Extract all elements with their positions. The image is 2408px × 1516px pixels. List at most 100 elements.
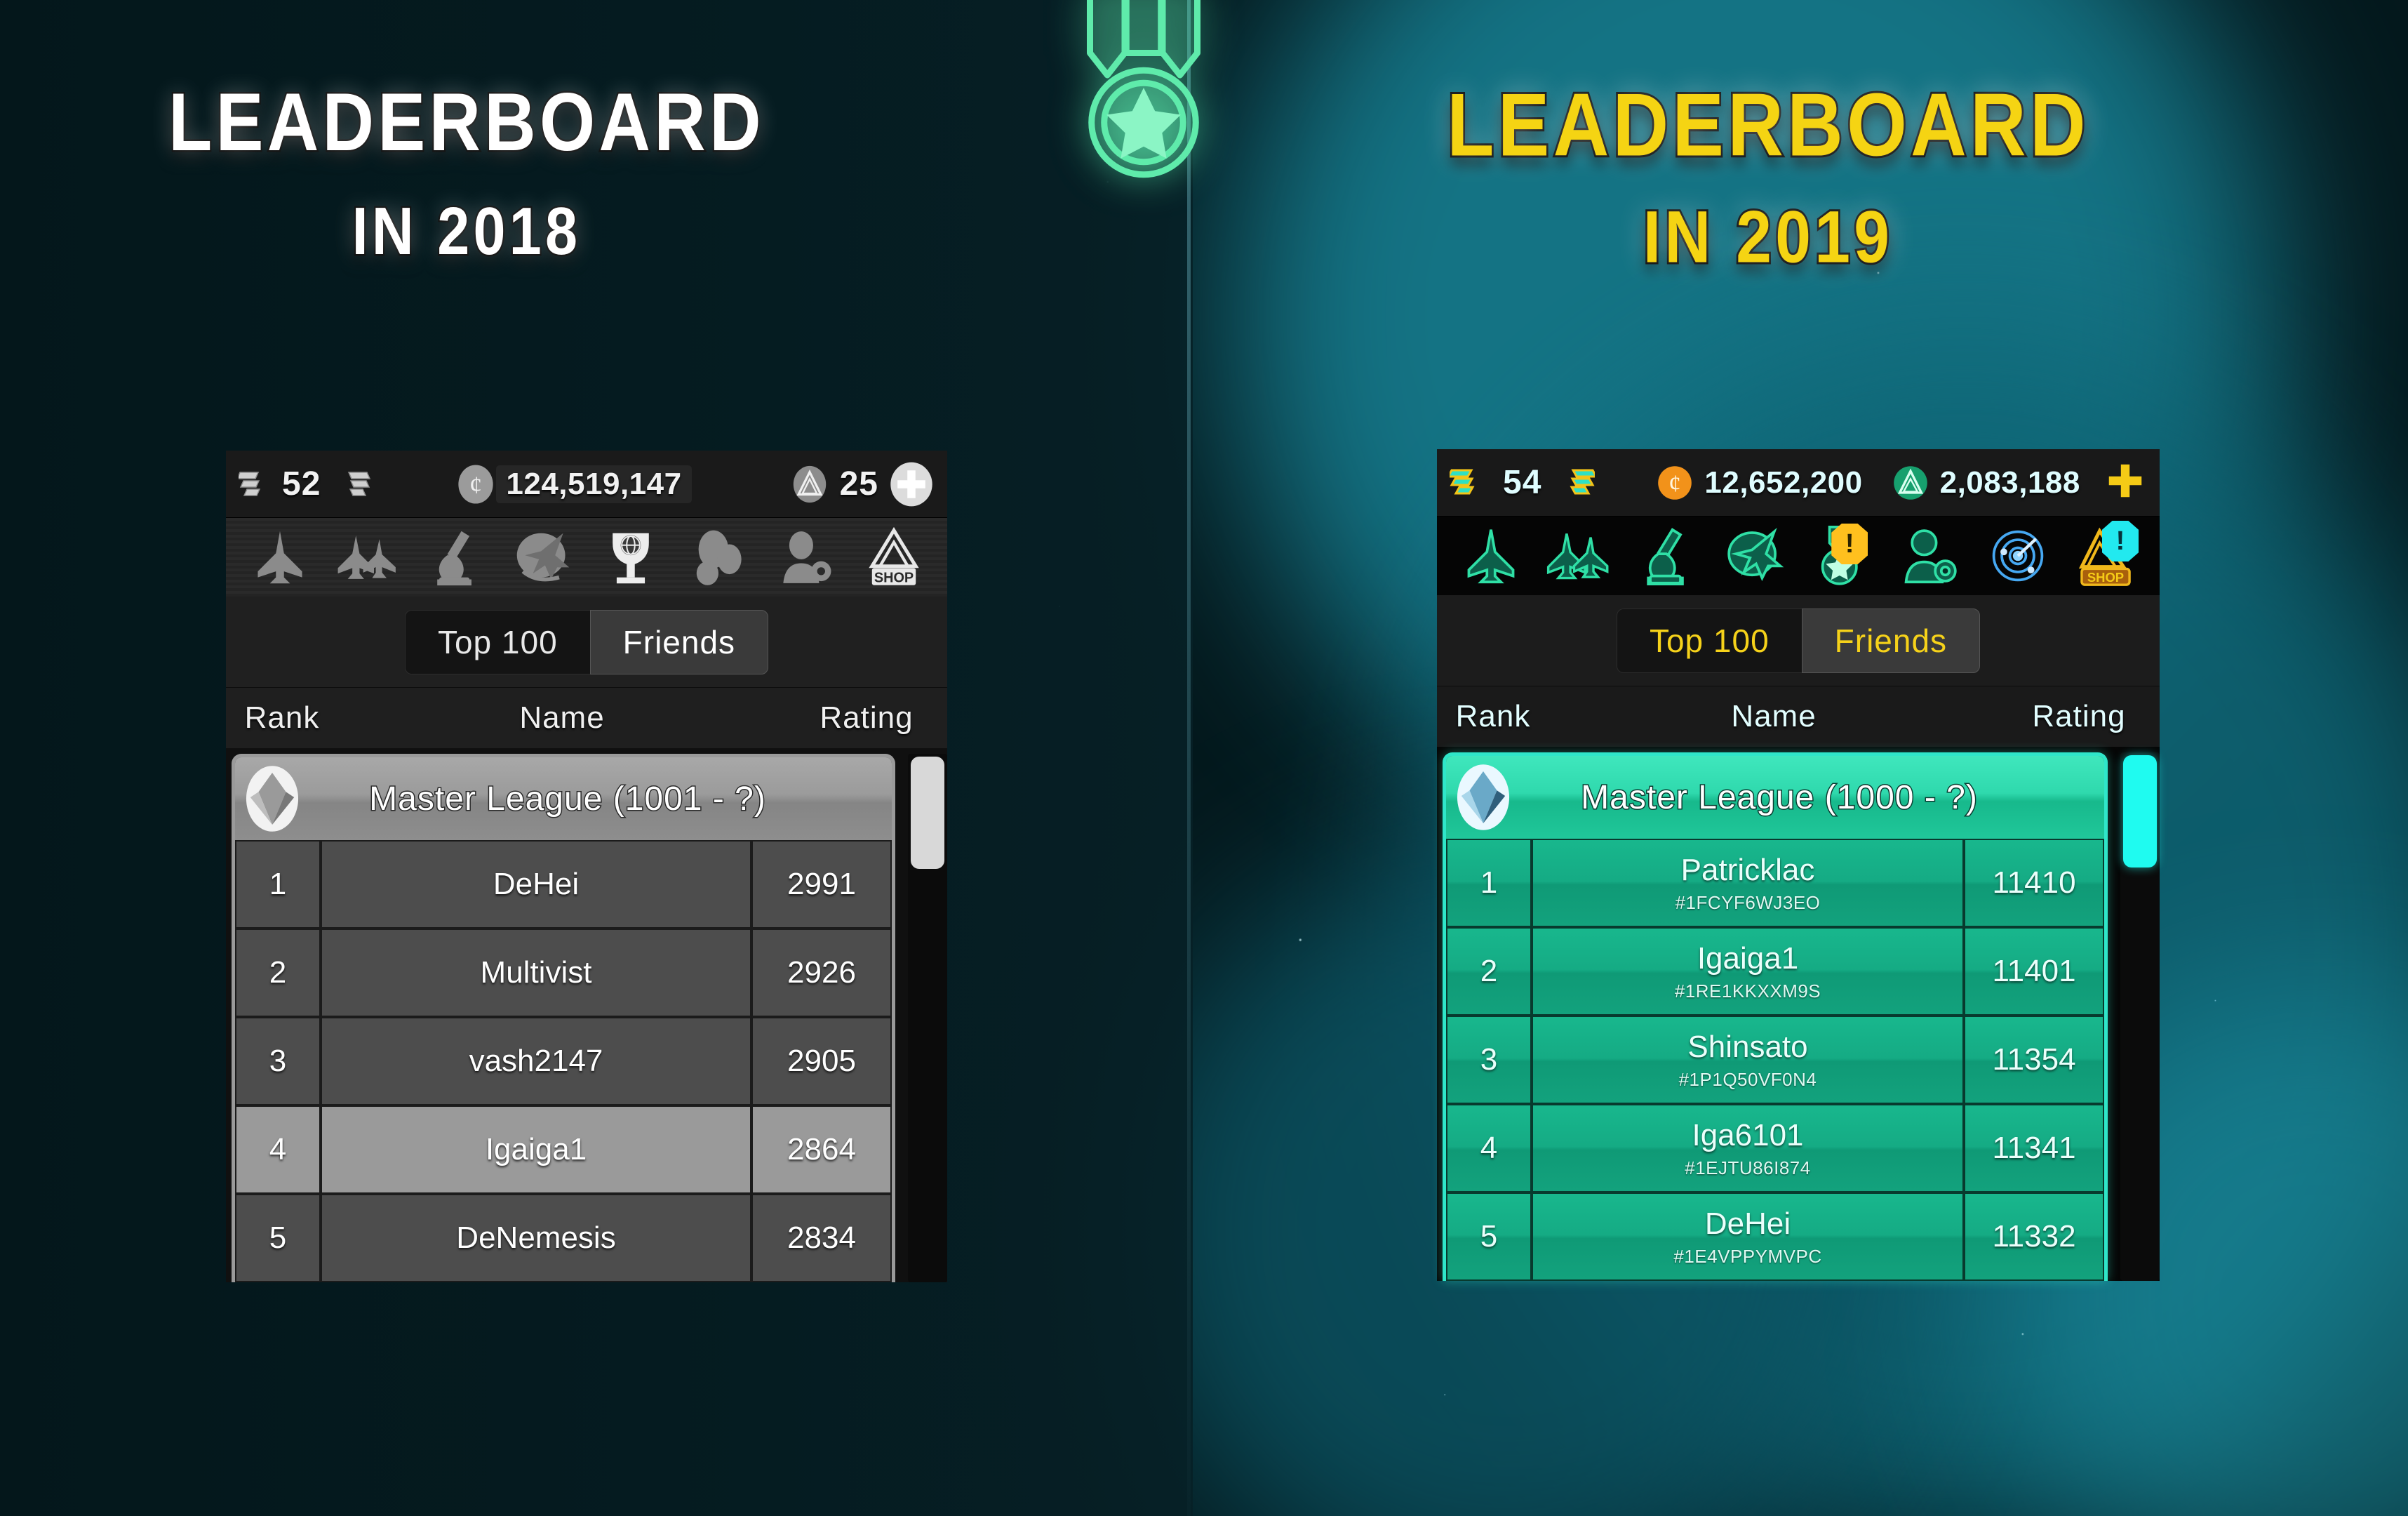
diamond-gem-icon [1457,764,1510,830]
right-gems-group[interactable]: 2,083,188 [1891,463,2090,503]
leaderboard-panel-2018: 52 ¢ 124,519,147 25 SHOP Top 100 Friends… [226,451,947,1355]
rating-value: 11332 [1992,1219,2076,1254]
player-name: DeHei [1704,1206,1791,1241]
rating-value: 2905 [787,1044,856,1078]
cell-rank: 1 [235,840,321,929]
table-row[interactable]: 5 DeNemesis 2834 [235,1194,892,1282]
nav-microscope-icon[interactable] [411,518,499,597]
nav-shop-icon[interactable]: SHOP [850,518,937,597]
table-row[interactable]: 1 DeHei 2991 [235,840,892,929]
table-row[interactable]: 5 DeHei #1E4VPPYMVPC 11332 [1446,1192,2104,1281]
table-row[interactable]: 3 vash2147 2905 [235,1017,892,1105]
left-rank-value: 52 [282,465,321,503]
svg-text:¢: ¢ [469,471,482,499]
player-name: vash2147 [469,1044,603,1078]
plus-icon[interactable] [2103,459,2147,503]
nav-fighter-jet-icon[interactable] [1447,517,1534,595]
notification-badge-shop[interactable]: ! [2102,521,2139,561]
column-header-rating: Rating [820,700,914,735]
left-column-header: Rank Name Rating [226,688,947,748]
cell-rank: 4 [235,1105,321,1194]
rank-value: 4 [1480,1131,1498,1165]
player-id: #1EJTU86I874 [1685,1157,1811,1178]
nav-profile-gear-icon[interactable] [762,518,850,597]
cell-rating: 11341 [1964,1104,2104,1192]
triangle-gem-icon [793,465,826,503]
cell-rating: 11410 [1964,839,2104,927]
right-rank-value: 54 [1503,464,1542,501]
cell-rating: 2991 [751,840,892,929]
rank-value: 3 [1480,1042,1498,1077]
left-scrollbar-track[interactable] [908,754,947,1282]
nav-planets-icon[interactable] [674,518,762,597]
cell-rank: 5 [1446,1192,1532,1281]
table-row[interactable]: 2 Igaiga1 #1RE1KKXXM9S 11401 [1446,927,2104,1016]
nav-galaxy-battle-icon[interactable] [499,518,587,597]
right-rows-container: 1 Patricklac #1FCYF6WJ3EO 11410 2 Igaiga1 #1RE… [1446,839,2104,1281]
credit-coin-icon: ¢ [458,464,494,504]
right-list-column: Master League (1000 - ?) 1 Patricklac #1FC… [1437,752,2113,1281]
nav-microscope-icon[interactable] [1623,517,1711,595]
right-column-header: Rank Name Rating [1437,686,2160,747]
wings-rank-icon-right [348,471,371,496]
left-gems-group[interactable]: 25 [789,461,935,507]
nav-medal-achievements-icon[interactable]: ! [1798,517,1886,595]
tab-friends[interactable]: Friends [589,609,769,674]
cell-rank: 1 [1446,839,1532,927]
plus-icon[interactable] [888,461,935,507]
left-topbar: 52 ¢ 124,519,147 25 [226,451,947,518]
left-credits-group[interactable]: ¢ 124,519,147 [455,464,692,505]
right-scrollbar-track[interactable] [2120,752,2160,1281]
rank-value: 1 [1480,865,1498,900]
nav-fighter-jet-icon[interactable] [236,518,323,597]
nav-squadron-icon[interactable] [323,518,411,597]
cell-rating: 11354 [1964,1016,2104,1104]
left-navbar: SHOP [226,518,947,597]
right-credits-group[interactable]: ¢ 12,652,200 [1655,463,1872,503]
player-id: #1E4VPPYMVPC [1673,1245,1822,1267]
cell-rank: 3 [235,1017,321,1105]
rank-value: 4 [269,1132,287,1166]
cell-name: Multivist [321,929,751,1017]
column-header-name: Name [519,700,605,735]
cell-name: Iga6101 #1EJTU86I874 [1532,1104,1964,1192]
rating-value: 11401 [1992,954,2076,988]
nav-squadron-icon[interactable] [1534,517,1622,595]
table-row[interactable]: 4 Iga6101 #1EJTU86I874 11341 [1446,1104,2104,1192]
left-title-main: LEADERBOARD [167,75,765,170]
table-row[interactable]: 3 Shinsato #1P1Q50VF0N4 11354 [1446,1016,2104,1104]
svg-text:¢: ¢ [1669,470,1682,497]
left-league-header: Master League (1001 - ?) [235,757,892,840]
right-gems-value: 2,083,188 [1939,465,2080,500]
tab-top-100[interactable]: Top 100 [404,609,590,674]
right-tabbar: Top 100 Friends [1437,595,2160,686]
nav-trophy-globe-icon[interactable] [587,518,674,597]
right-title-main: LEADERBOARD [1445,74,2089,178]
right-scrollbar-thumb[interactable] [2123,755,2157,867]
right-add-button[interactable] [2103,459,2147,506]
nav-shop-icon[interactable]: SHOP ! [2062,517,2150,595]
cell-rank: 4 [1446,1104,1532,1192]
credit-coin-icon: ¢ [1658,465,1692,500]
tab-friends[interactable]: Friends [1801,608,1981,673]
medal-star-icon [1087,0,1200,178]
table-row[interactable]: 1 Patricklac #1FCYF6WJ3EO 11410 [1446,839,2104,927]
left-scrollbar-thumb[interactable] [911,757,944,869]
cell-rating: 11401 [1964,927,2104,1016]
left-rows-container: 1 DeHei 2991 2 Multivist 2926 3 vash2147 2905 4 Ig… [235,840,892,1282]
nav-profile-gear-icon[interactable] [1886,517,1974,595]
column-header-rating: Rating [2032,699,2126,733]
rating-value: 11341 [1992,1131,2076,1165]
cell-rating: 2926 [751,929,892,1017]
table-row[interactable]: 2 Multivist 2926 [235,929,892,1017]
cell-name: Igaiga1 [321,1105,751,1194]
rank-value: 3 [269,1044,287,1078]
nav-radar-icon[interactable] [1974,517,2062,595]
table-row[interactable]: 4 Igaiga1 2864 [235,1105,892,1194]
tab-top-100[interactable]: Top 100 [1616,608,1802,673]
notification-badge-medal[interactable]: ! [1831,524,1868,564]
nav-galaxy-battle-icon[interactable] [1711,517,1798,595]
cell-rank: 5 [235,1194,321,1282]
cell-name: DeNemesis [321,1194,751,1282]
left-title-block: LEADERBOARD IN 2018 [91,75,842,270]
